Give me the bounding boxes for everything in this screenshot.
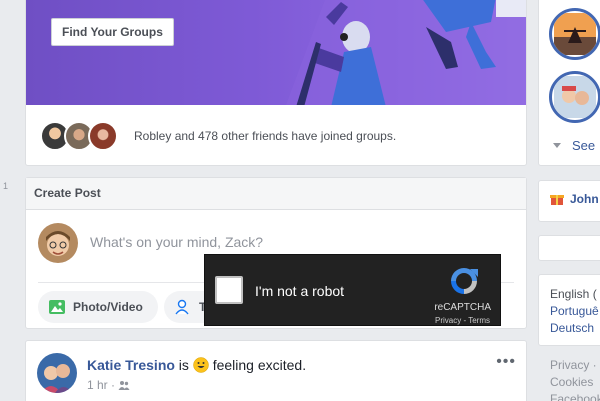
footer-facebook-link[interactable]: Facebook	[550, 392, 600, 401]
see-more-stories[interactable]: See	[552, 138, 595, 153]
recaptcha-privacy-link[interactable]: Privacy	[435, 316, 461, 325]
post-header-line: Katie Tresino is feeling excited.	[87, 357, 306, 373]
recaptcha-brand: reCAPTCHA	[434, 302, 491, 313]
post-composer-input[interactable]: What's on your mind, Zack?	[90, 234, 263, 250]
recaptcha-terms-link[interactable]: Terms	[468, 316, 490, 325]
left-marker: 1	[3, 181, 9, 191]
friend-avatar	[88, 121, 118, 151]
post-feeling-text: feeling excited.	[212, 357, 307, 373]
footer-privacy-link[interactable]: Privacy ·	[550, 358, 597, 372]
post-options-button[interactable]: •••	[496, 353, 516, 371]
language-english[interactable]: English (	[550, 287, 597, 301]
recaptcha-logo-icon	[451, 268, 478, 294]
post-meta: 1 hr ·	[87, 378, 130, 392]
recaptcha-label: I'm not a robot	[255, 283, 345, 299]
find-your-groups-button[interactable]: Find Your Groups	[51, 18, 174, 46]
language-deutsch[interactable]: Deutsch	[550, 321, 594, 335]
gift-icon	[550, 195, 564, 205]
post-author-link[interactable]: Katie Tresino	[87, 357, 175, 373]
chevron-down-icon	[553, 142, 561, 148]
recaptcha-links: Privacy - Terms	[435, 316, 490, 325]
see-more-label: See	[572, 138, 596, 153]
birthday-item[interactable]: John	[550, 192, 599, 206]
recaptcha-checkbox[interactable]	[215, 276, 243, 304]
recaptcha-widget: I'm not a robot reCAPTCHA Privacy - Term…	[204, 254, 501, 326]
banner-illustration	[286, 0, 526, 105]
birthday-name: John	[570, 192, 599, 206]
smiley-emoji-icon	[193, 357, 209, 373]
friends-audience-icon[interactable]	[118, 379, 130, 391]
photo-video-label: Photo/Video	[73, 300, 143, 314]
groups-banner-illustration: Find Your Groups	[26, 0, 526, 105]
groups-promo-card: Find Your Groups Robley and 478 other fr…	[25, 0, 527, 166]
user-avatar[interactable]	[38, 223, 78, 263]
story-avatar[interactable]	[549, 8, 600, 60]
post-author-avatar[interactable]	[37, 353, 77, 393]
photo-icon	[49, 300, 65, 314]
create-post-header: Create Post	[26, 178, 526, 210]
tag-friends-icon	[175, 299, 189, 315]
language-portuguese[interactable]: Portuguê	[550, 304, 599, 318]
feed-post-card: Katie Tresino is feeling excited. 1 hr ·…	[25, 340, 527, 401]
sidebar-empty-card	[538, 235, 600, 261]
photo-video-button[interactable]: Photo/Video	[38, 291, 158, 323]
footer-cookies-link[interactable]: Cookies	[550, 375, 593, 389]
friends-joined-row: Robley and 478 other friends have joined…	[40, 121, 396, 151]
story-avatar[interactable]	[549, 71, 600, 123]
post-is-text: is	[174, 357, 193, 373]
post-time[interactable]: 1 hr	[87, 378, 108, 392]
friends-joined-text: Robley and 478 other friends have joined…	[134, 129, 397, 143]
